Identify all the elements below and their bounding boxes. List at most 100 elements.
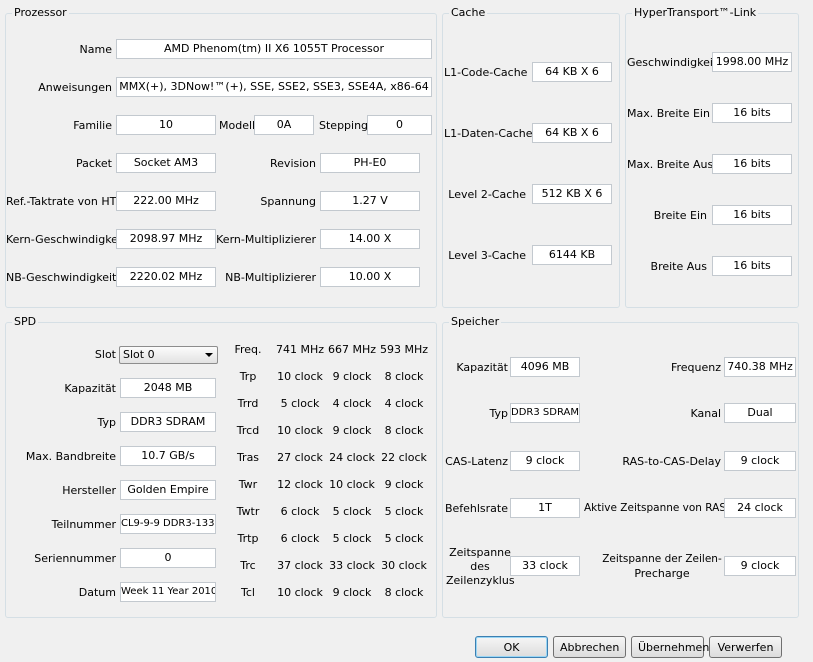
timing-name: Trtp	[237, 532, 259, 545]
timing-value: 22 clock	[381, 451, 427, 464]
instructions-label: Anweisungen	[38, 81, 112, 94]
timing-value: 5 clock	[384, 532, 424, 545]
timing-name: Trp	[239, 370, 257, 383]
spd-date-value: Week 11 Year 2010	[120, 582, 216, 602]
l2-cache-label: Level 2-Cache	[448, 188, 526, 201]
timing-value: 37 clock	[277, 559, 323, 572]
timing-value: 27 clock	[277, 451, 323, 464]
family-label: Familie	[73, 119, 112, 132]
timing-value: 10 clock	[329, 478, 375, 491]
mem-frequency-label: Frequenz	[670, 361, 721, 374]
spd-serial-value: 0	[120, 548, 216, 568]
core-speed-label: Kern-Geschwindigkeit	[6, 233, 126, 246]
timing-name: Twr	[238, 478, 258, 491]
slot-select[interactable]: Slot 0	[119, 346, 218, 364]
mem-channel-label: Kanal	[690, 407, 721, 420]
cancel-button[interactable]: Abbrechen	[553, 636, 626, 658]
ht-max-width-out-label: Max. Breite Aus	[627, 158, 714, 171]
mem-type-value: DDR3 SDRAM	[510, 403, 580, 423]
timing-value: 5 clock	[332, 532, 372, 545]
timing-value: 33 clock	[329, 559, 375, 572]
timing-value: 6 clock	[280, 505, 320, 518]
timing-value: 9 clock	[332, 370, 372, 383]
mem-capacity-label: Kapazität	[456, 361, 508, 374]
model-value: 0A	[254, 115, 314, 135]
spd-date-label: Datum	[78, 586, 116, 599]
family-value: 10	[116, 115, 216, 135]
timing-value: 5 clock	[280, 397, 320, 410]
spd-vendor-value: Golden Empire	[120, 480, 216, 500]
timing-freq-2: 667 MHz	[327, 343, 377, 356]
nb-speed-value: 2220.02 MHz	[116, 267, 216, 287]
spd-bandwidth-label: Max. Bandbreite	[25, 450, 116, 463]
model-label: Modell	[219, 119, 256, 132]
command-rate-label: Befehlsrate	[444, 502, 508, 515]
spd-legend: SPD	[12, 315, 39, 328]
spd-serial-label: Seriennummer	[34, 552, 116, 565]
revision-value: PH-E0	[320, 153, 420, 173]
timing-value: 9 clock	[332, 586, 372, 599]
ht-width-in-label: Breite Ein	[653, 209, 707, 222]
cas-latency-value: 9 clock	[510, 451, 580, 471]
cpu-name-label: Name	[79, 43, 112, 56]
mem-capacity-value: 4096 MB	[510, 357, 580, 377]
timing-value: 5 clock	[332, 505, 372, 518]
timing-value: 24 clock	[329, 451, 375, 464]
timing-value: 10 clock	[277, 424, 323, 437]
spd-type-label: Typ	[97, 416, 117, 429]
voltage-value: 1.27 V	[320, 191, 420, 211]
package-value: Socket AM3	[116, 153, 216, 173]
spd-vendor-label: Hersteller	[62, 484, 116, 497]
package-label: Packet	[76, 157, 112, 170]
ht-max-width-in-label: Max. Breite Ein	[627, 107, 710, 120]
cache-legend: Cache	[449, 6, 488, 19]
active-ras-value: 24 clock	[724, 498, 796, 518]
ht-speed-value: 1998.00 MHz	[712, 52, 792, 72]
row-cycle-label-line1: Zeitspanne	[449, 546, 511, 559]
timing-value: 8 clock	[384, 424, 424, 437]
timing-name: Tcl	[241, 586, 255, 599]
core-speed-value: 2098.97 MHz	[116, 229, 216, 249]
active-ras-label: Aktive Zeitspanne von RAS	[584, 502, 727, 514]
ht-ref-clock-label: Ref.-Taktrate von HT	[6, 195, 117, 208]
nb-speed-label: NB-Geschwindigkeit	[6, 271, 117, 284]
stepping-label: Stepping	[319, 119, 369, 132]
core-multiplier-label: Kern-Multiplizierer	[216, 233, 316, 246]
ht-width-out-value: 16 bits	[712, 256, 792, 276]
row-precharge-label-line1: Zeitspanne der Zeilen-	[602, 553, 722, 565]
row-precharge-label-line2: Precharge	[634, 567, 690, 580]
ht-ref-clock-value: 222.00 MHz	[116, 191, 216, 211]
row-cycle-label-line3: Zeilenzyklus	[446, 574, 515, 587]
timing-freq-3: 593 MHz	[379, 343, 429, 356]
timing-value: 6 clock	[280, 532, 320, 545]
revision-label: Revision	[270, 157, 316, 170]
timing-value: 4 clock	[332, 397, 372, 410]
nb-multiplier-label: NB-Multiplizierer	[225, 271, 316, 284]
slot-select-value: Slot 0	[123, 348, 155, 361]
ras-to-cas-label: RAS-to-CAS-Delay	[622, 455, 721, 468]
discard-button[interactable]: Verwerfen	[709, 636, 782, 658]
timing-value: 8 clock	[384, 586, 424, 599]
nb-multiplier-value: 10.00 X	[320, 267, 420, 287]
timing-value: 12 clock	[277, 478, 323, 491]
slot-label: Slot	[94, 348, 116, 361]
timing-name: Twtr	[236, 505, 260, 518]
apply-button[interactable]: Übernehmen	[631, 636, 709, 658]
hypertransport-legend: HyperTransport™-Link	[632, 6, 759, 19]
spd-capacity-value: 2048 MB	[120, 378, 216, 398]
timing-value: 8 clock	[384, 370, 424, 383]
timing-freq-1: 741 MHz	[275, 343, 325, 356]
l2-cache-value: 512 KB X 6	[532, 184, 612, 204]
timing-value: 30 clock	[381, 559, 427, 572]
ht-max-width-in-value: 16 bits	[712, 103, 792, 123]
ht-width-in-value: 16 bits	[712, 205, 792, 225]
timing-value: 10 clock	[277, 586, 323, 599]
row-precharge-value: 9 clock	[724, 556, 796, 576]
timing-name: Tras	[236, 451, 260, 464]
timing-value: 5 clock	[384, 505, 424, 518]
mem-frequency-value: 740.38 MHz	[724, 357, 796, 377]
cpu-name-value: AMD Phenom(tm) II X6 1055T Processor	[116, 39, 432, 59]
row-cycle-value: 33 clock	[510, 556, 580, 576]
l1-data-cache-value: 64 KB X 6	[532, 123, 612, 143]
ok-button[interactable]: OK	[475, 636, 548, 658]
